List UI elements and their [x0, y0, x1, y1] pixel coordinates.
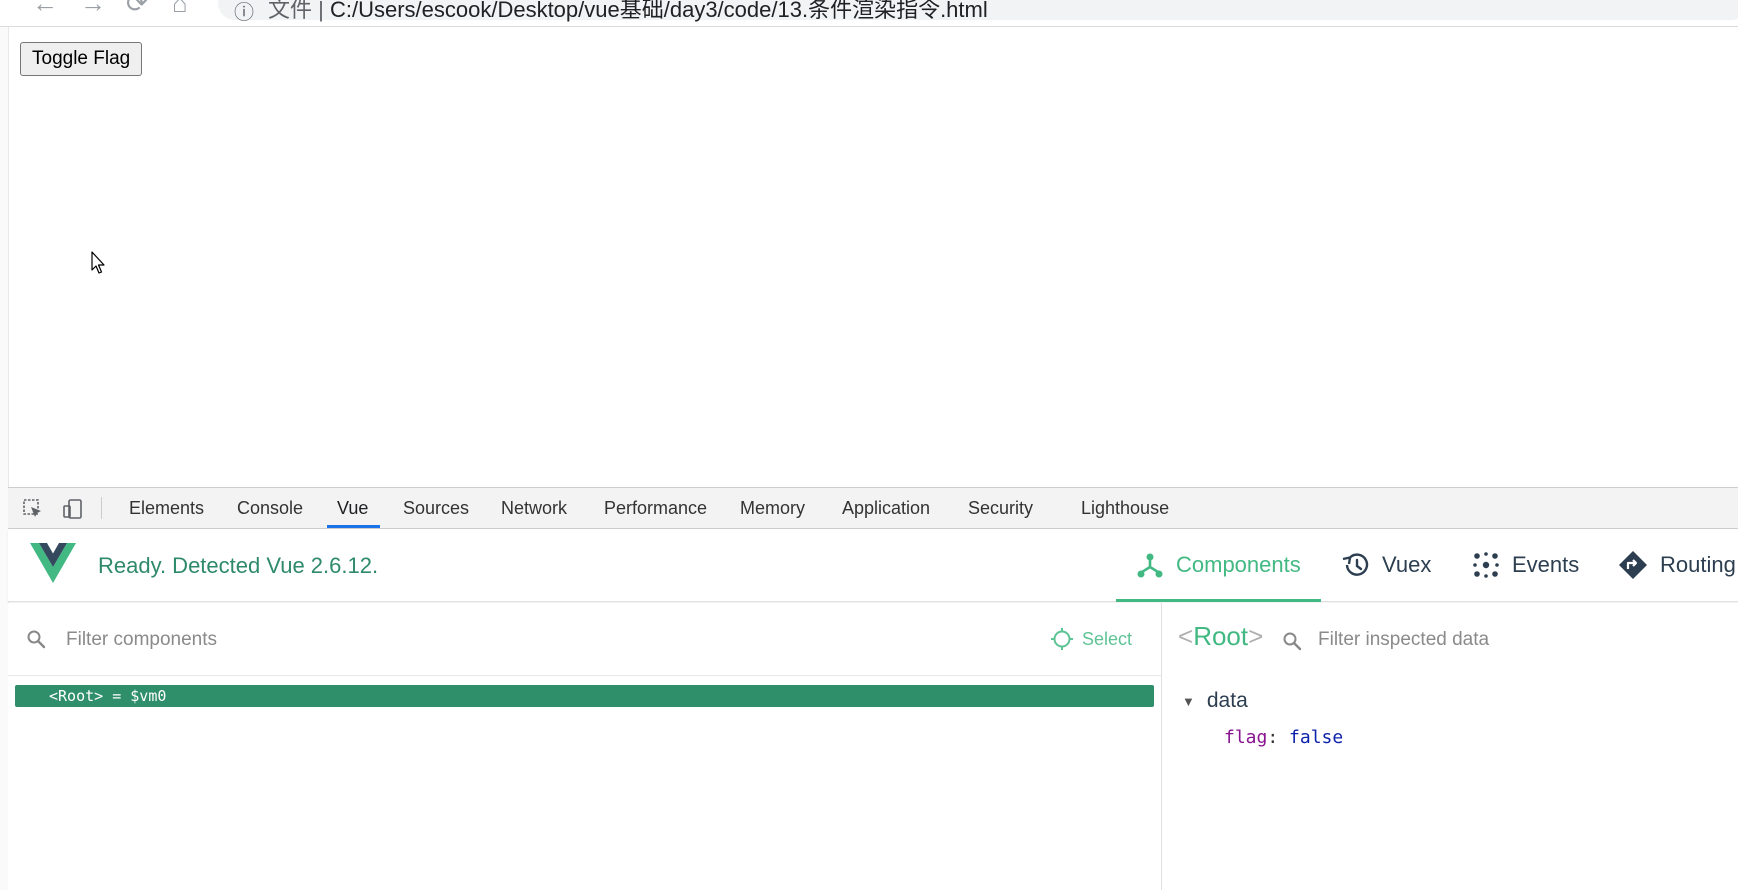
title-name: Root [1193, 621, 1249, 651]
tab-components[interactable]: Components [1116, 529, 1321, 602]
mouse-cursor-icon [91, 251, 105, 274]
tab-memory[interactable]: Memory [740, 488, 805, 528]
inspect-element-icon[interactable] [22, 498, 44, 520]
crosshair-icon [1051, 628, 1073, 650]
history-icon [1342, 553, 1369, 576]
data-prop-row[interactable]: flag: false [1224, 727, 1343, 748]
device-toolbar-icon[interactable] [62, 498, 84, 520]
events-icon [1473, 552, 1499, 578]
caret-down-icon: ▼ [1182, 693, 1195, 709]
address-bar[interactable]: ⓘ 文件 | C:/Users/escook/Desktop/vue基础/day… [218, 0, 1738, 24]
devtools-tab-strip: Elements Console Vue Sources Network Per… [8, 487, 1738, 529]
address-url: 文件 | C:/Users/escook/Desktop/vue基础/day3/… [268, 0, 988, 24]
prop-value[interactable]: false [1289, 727, 1343, 748]
tab-routing[interactable]: Routing [1618, 529, 1736, 601]
data-section-label: data [1206, 689, 1248, 712]
inspector-pane: <Root> ▼ data flag: false [1162, 603, 1738, 890]
tab-components-label: Components [1176, 552, 1301, 577]
tab-sources[interactable]: Sources [403, 488, 469, 528]
browser-toolbar: ← → ⟳ ⌂ ⓘ 文件 | C:/Users/escook/Desktop/v… [0, 0, 1738, 27]
tab-network[interactable]: Network [501, 488, 567, 528]
back-icon[interactable]: ← [32, 0, 58, 16]
tab-performance[interactable]: Performance [604, 488, 707, 528]
home-icon[interactable]: ⌂ [172, 0, 188, 16]
vue-logo-icon [30, 543, 76, 583]
filter-inspected-data-input[interactable] [1316, 623, 1720, 657]
tab-lighthouse[interactable]: Lighthouse [1081, 488, 1169, 528]
components-pane: Select <Root> = $vm0 [8, 603, 1162, 890]
title-open-bracket: < [1178, 621, 1194, 651]
inspected-component-title: <Root> [1178, 621, 1263, 652]
routing-icon [1619, 551, 1647, 579]
prop-separator: : [1267, 727, 1290, 748]
tree-row-label: <Root> = $vm0 [49, 687, 167, 705]
tab-routing-label: Routing [1660, 552, 1736, 577]
toggle-flag-button[interactable]: Toggle Flag [20, 42, 143, 76]
title-close-bracket: > [1248, 621, 1264, 651]
tab-events[interactable]: Events [1472, 529, 1579, 601]
components-filter-bar: Select [8, 603, 1161, 676]
tab-security[interactable]: Security [968, 488, 1033, 528]
select-component-button[interactable]: Select [1050, 627, 1132, 651]
select-label: Select [1082, 628, 1133, 649]
vue-devtools-header: Ready. Detected Vue 2.6.12. Components V… [8, 529, 1738, 602]
tab-vue[interactable]: Vue [326, 488, 381, 528]
tab-elements[interactable]: Elements [129, 488, 204, 528]
data-section-toggle[interactable]: ▼ data [1182, 689, 1248, 713]
filter-components-input[interactable] [64, 623, 968, 657]
toolbar-divider [101, 497, 102, 519]
reload-icon[interactable]: ⟳ [126, 0, 148, 16]
vue-status-message: Ready. Detected Vue 2.6.12. [98, 553, 379, 578]
tab-application[interactable]: Application [842, 488, 930, 528]
tab-vuex-label: Vuex [1382, 552, 1432, 577]
search-icon [27, 630, 46, 649]
prop-key: flag [1224, 727, 1268, 748]
forward-icon[interactable]: → [80, 0, 106, 16]
tree-row-root[interactable]: <Root> = $vm0 [15, 685, 1154, 707]
search-icon [1283, 632, 1302, 651]
url-scheme: 文件 | [268, 0, 330, 22]
tab-vuex[interactable]: Vuex [1340, 529, 1431, 601]
url-path: C:/Users/escook/Desktop/vue基础/day3/code/… [329, 0, 988, 22]
site-info-icon[interactable]: ⓘ [234, 0, 254, 25]
tab-events-label: Events [1512, 552, 1580, 577]
tab-console[interactable]: Console [237, 488, 303, 528]
components-icon [1137, 553, 1163, 578]
